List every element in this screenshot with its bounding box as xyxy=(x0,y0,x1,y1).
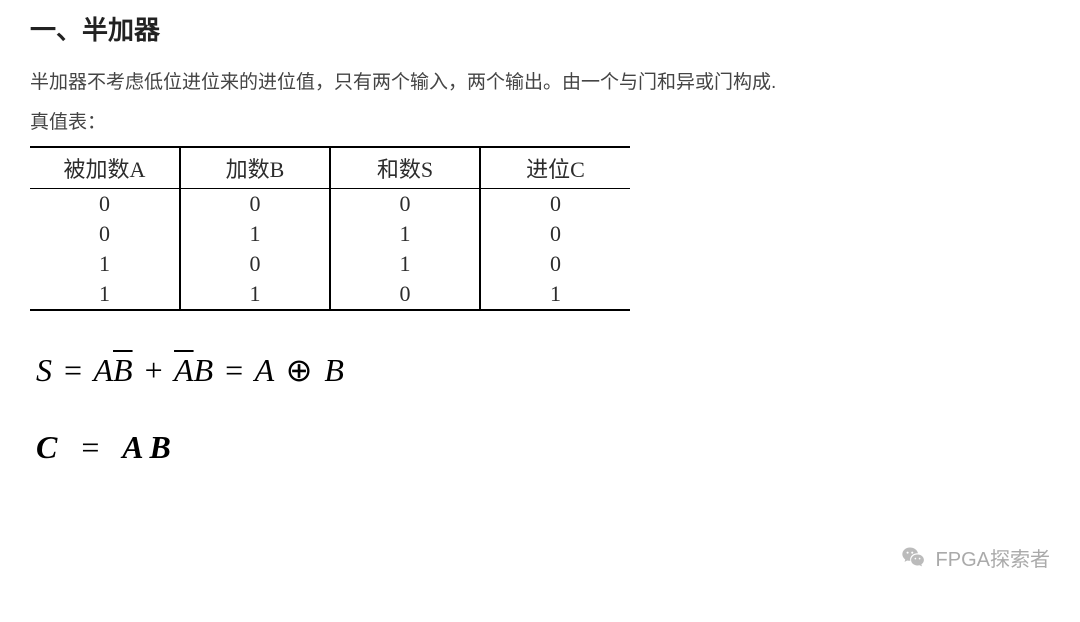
cell: 1 xyxy=(180,279,330,310)
header-s: 和数S xyxy=(330,147,480,189)
cell: 0 xyxy=(330,189,480,220)
formula-rhs: AB xyxy=(122,429,177,465)
header-c: 进位C xyxy=(480,147,630,189)
wechat-icon xyxy=(900,544,928,572)
formula-term: B xyxy=(324,352,344,388)
truth-table-label: 真值表： xyxy=(30,107,1050,134)
header-a: 被加数A xyxy=(30,147,180,189)
cell: 0 xyxy=(180,189,330,220)
section-title: 一、半加器 xyxy=(30,10,1050,47)
formula-lhs: C xyxy=(36,429,63,465)
table-row: 0 1 1 0 xyxy=(30,219,630,249)
plus-sign: + xyxy=(145,352,163,388)
cell: 1 xyxy=(330,219,480,249)
cell: 0 xyxy=(480,219,630,249)
formula-s: S = AB + AB = A ⊕ B xyxy=(36,351,1050,389)
equals-sign: = xyxy=(64,352,82,388)
cell: 0 xyxy=(180,249,330,279)
description-text: 半加器不考虑低位进位来的进位值，只有两个输入，两个输出。由一个与门和异或门构成. xyxy=(30,65,1050,101)
watermark-text: FPGA探索者 xyxy=(936,543,1050,572)
header-b: 加数B xyxy=(180,147,330,189)
table-row: 0 0 0 0 xyxy=(30,189,630,220)
xor-sign: ⊕ xyxy=(286,352,313,388)
cell: 1 xyxy=(180,219,330,249)
cell: 1 xyxy=(330,249,480,279)
table-row: 1 0 1 0 xyxy=(30,249,630,279)
formula-lhs: S xyxy=(36,352,52,388)
formula-term-bar: B xyxy=(113,352,133,388)
table-row: 1 1 0 1 xyxy=(30,279,630,310)
formula-term: B xyxy=(194,352,214,388)
watermark: FPGA探索者 xyxy=(900,543,1050,572)
cell: 0 xyxy=(30,219,180,249)
cell: 0 xyxy=(480,189,630,220)
truth-table: 被加数A 加数B 和数S 进位C 0 0 0 0 0 1 1 0 1 0 1 0… xyxy=(30,146,630,311)
cell: 0 xyxy=(30,189,180,220)
formula-term: A xyxy=(255,352,274,388)
cell: 1 xyxy=(480,279,630,310)
cell: 0 xyxy=(480,249,630,279)
table-header-row: 被加数A 加数B 和数S 进位C xyxy=(30,147,630,189)
formula-term-bar: A xyxy=(174,352,194,388)
table-body: 0 0 0 0 0 1 1 0 1 0 1 0 1 1 0 1 xyxy=(30,189,630,311)
equals-sign: = xyxy=(225,352,243,388)
cell: 1 xyxy=(30,249,180,279)
formula-term: A xyxy=(93,352,113,388)
formula-c: C = AB xyxy=(36,429,1050,466)
equals-sign: = xyxy=(81,429,105,465)
cell: 0 xyxy=(330,279,480,310)
cell: 1 xyxy=(30,279,180,310)
